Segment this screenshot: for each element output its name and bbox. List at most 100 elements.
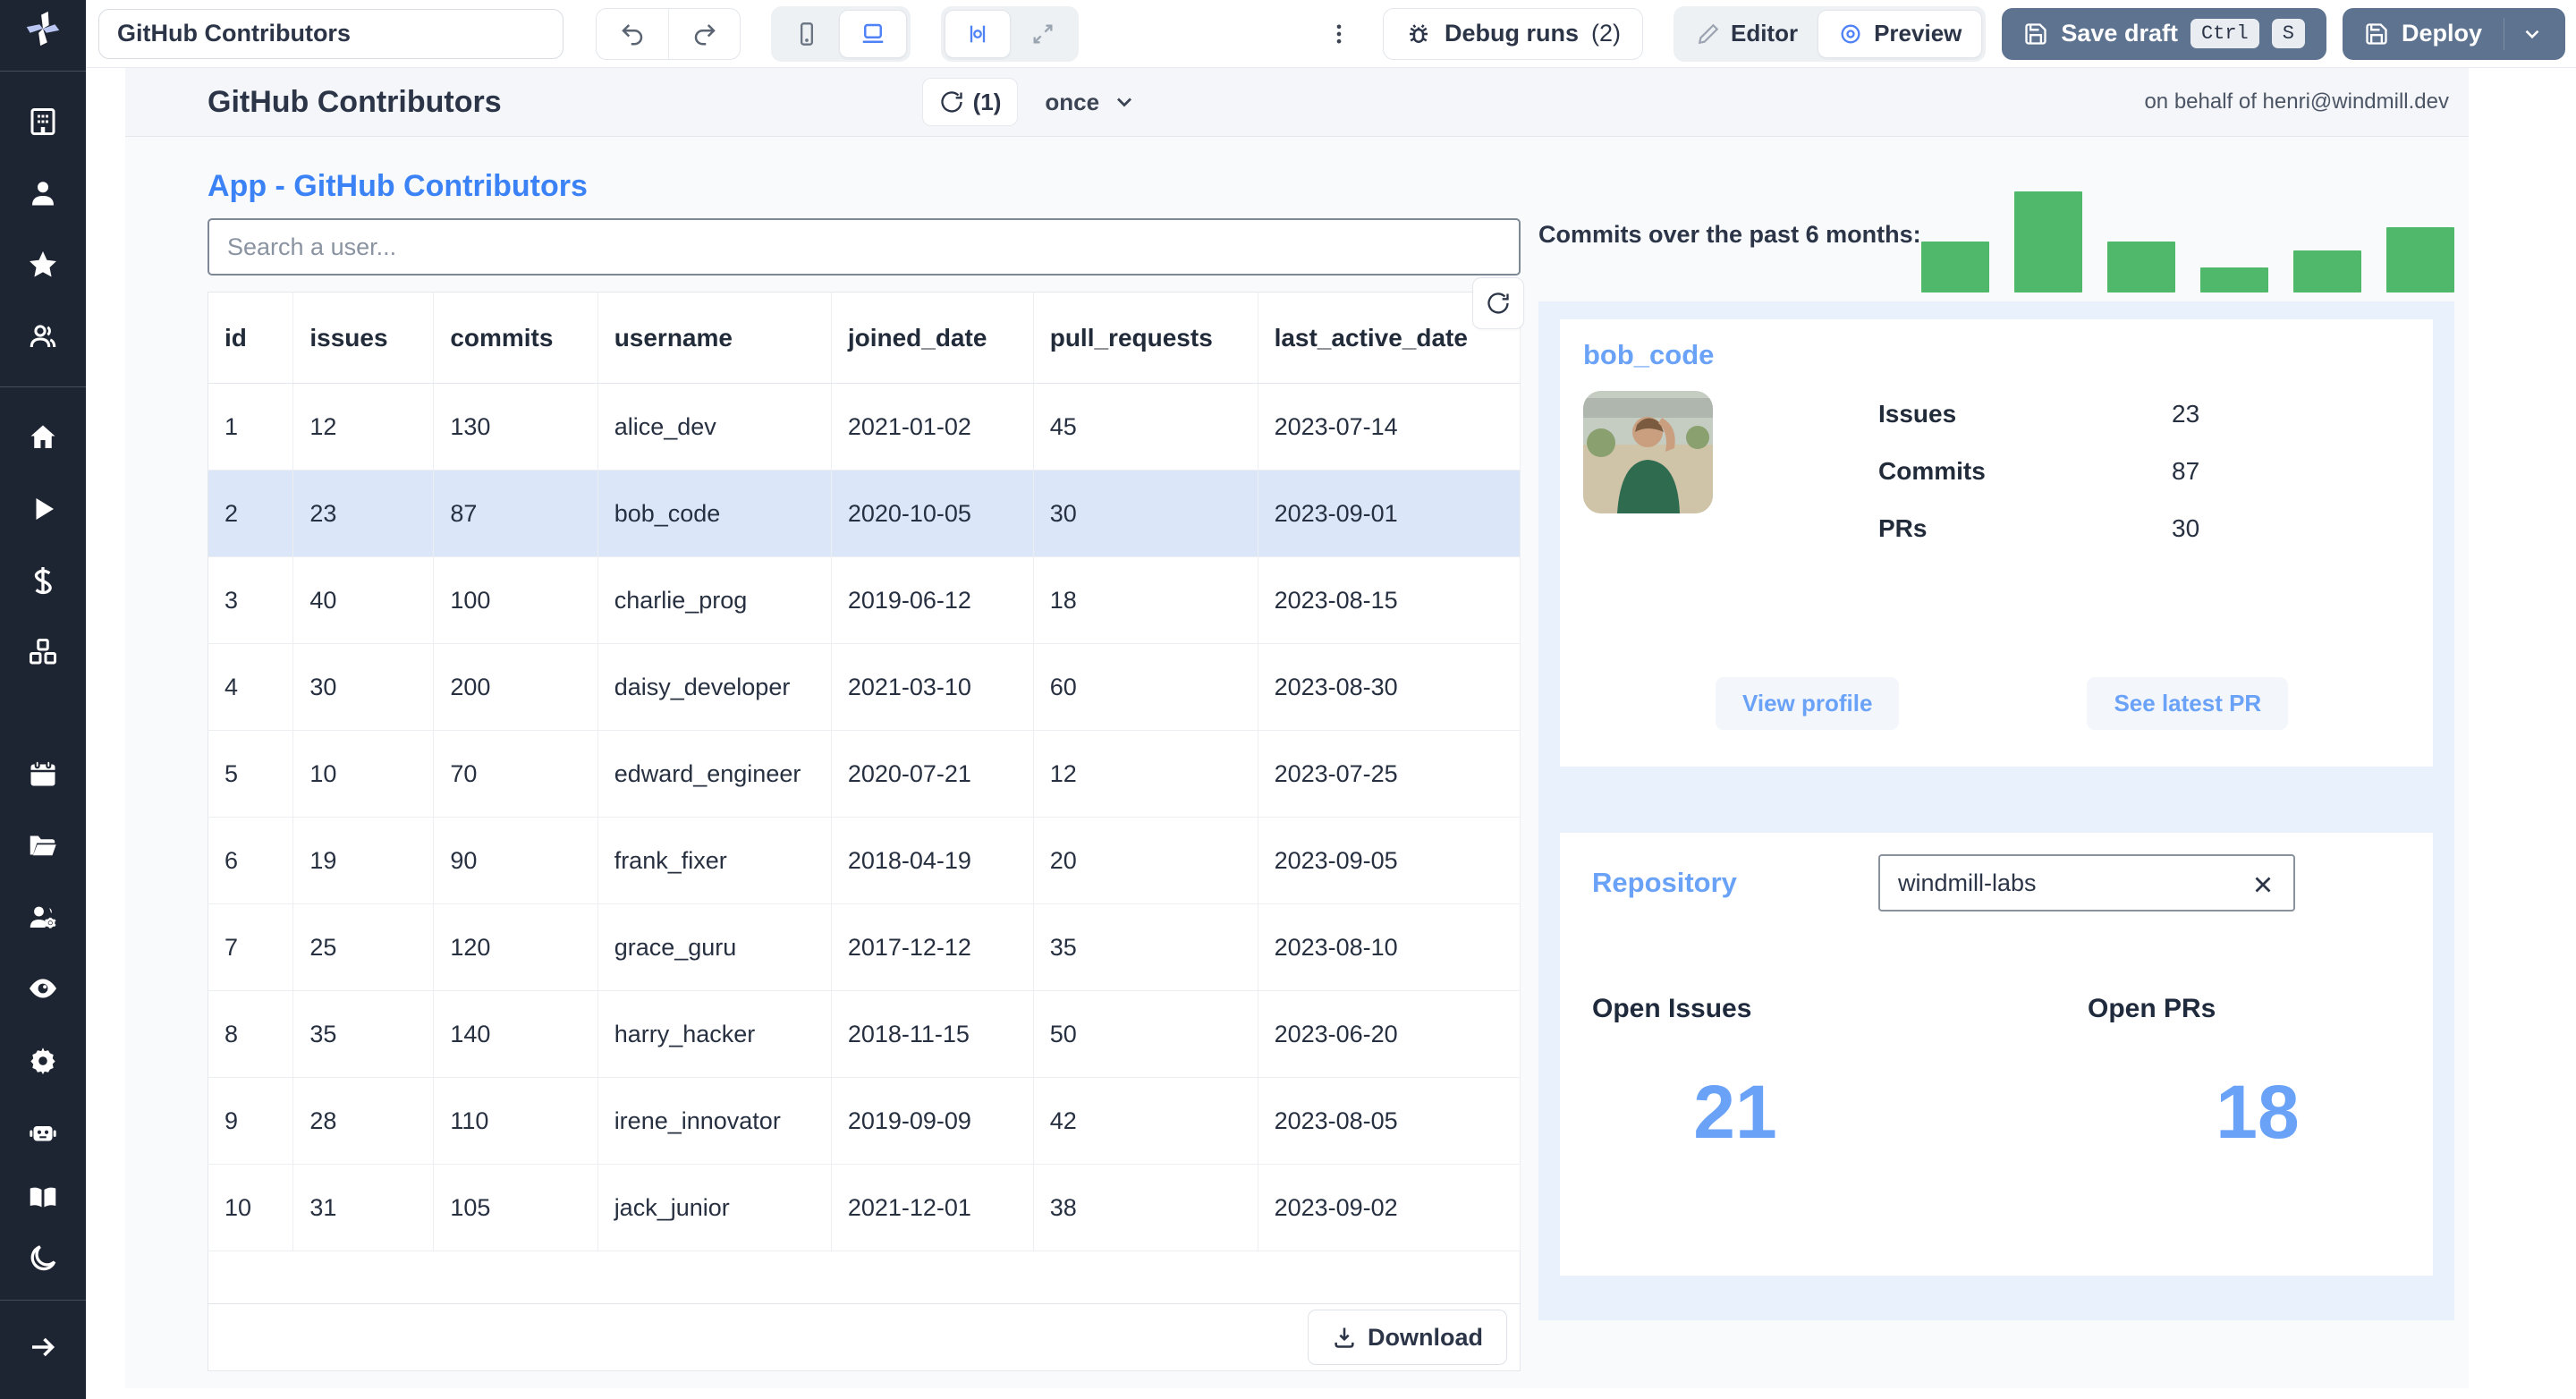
table-cell[interactable]: jack_junior <box>597 1164 832 1251</box>
table-cell[interactable]: harry_hacker <box>597 990 832 1078</box>
table-cell[interactable]: 100 <box>433 556 598 644</box>
redo-button[interactable] <box>668 8 740 59</box>
table-cell[interactable]: 23 <box>292 470 435 557</box>
table-cell[interactable]: 6 <box>208 817 294 904</box>
sidebar-item-arrow-right[interactable] <box>14 1318 72 1376</box>
sidebar-item-calendar[interactable] <box>14 745 72 802</box>
table-row[interactable]: 2 23 87 bob_code 2020-10-05 30 2023-09-01 <box>208 470 1521 557</box>
table-cell[interactable]: grace_guru <box>597 903 832 991</box>
editor-tab[interactable]: Editor <box>1677 10 1818 58</box>
sidebar-item-moon[interactable] <box>14 1230 72 1287</box>
table-cell[interactable]: 2019-09-09 <box>831 1077 1034 1165</box>
table-row[interactable]: 3 40 100 charlie_prog 2019-06-12 18 2023-08-15 <box>208 556 1521 644</box>
table-cell[interactable]: irene_innovator <box>597 1077 832 1165</box>
table-cell[interactable]: frank_fixer <box>597 817 832 904</box>
mobile-view-button[interactable] <box>775 10 839 58</box>
deploy-button[interactable]: Deploy <box>2342 7 2565 60</box>
table-cell[interactable]: 2019-06-12 <box>831 556 1034 644</box>
table-cell[interactable]: 1 <box>208 383 294 471</box>
table-cell[interactable]: 12 <box>1033 730 1258 818</box>
commit-bar[interactable] <box>2386 227 2454 293</box>
table-row[interactable]: 1 12 130 alice_dev 2021-01-02 45 2023-07-14 <box>208 383 1521 471</box>
table-cell[interactable]: 2021-12-01 <box>831 1164 1034 1251</box>
more-options-button[interactable] <box>1315 10 1363 58</box>
table-cell[interactable]: 30 <box>292 643 435 731</box>
table-cell[interactable]: 90 <box>433 817 598 904</box>
commit-bar[interactable] <box>2014 191 2082 293</box>
commit-bar[interactable] <box>1921 242 1989 293</box>
table-cell[interactable]: 2023-06-20 <box>1258 990 1521 1078</box>
table-cell[interactable]: daisy_developer <box>597 643 832 731</box>
center-align-button[interactable] <box>945 9 1011 58</box>
table-cell[interactable]: 130 <box>433 383 598 471</box>
table-row[interactable]: 4 30 200 daisy_developer 2021-03-10 60 2023-08… <box>208 643 1521 731</box>
preview-tab[interactable]: Preview <box>1818 9 1983 58</box>
table-cell[interactable]: 30 <box>1033 470 1258 557</box>
table-cell[interactable]: 2023-08-05 <box>1258 1077 1521 1165</box>
sidebar-item-dollar[interactable] <box>14 552 72 609</box>
table-cell[interactable]: 2018-04-19 <box>831 817 1034 904</box>
table-cell[interactable]: 110 <box>433 1077 598 1165</box>
sidebar-item-gear[interactable] <box>14 1031 72 1089</box>
table-cell[interactable]: 2023-09-02 <box>1258 1164 1521 1251</box>
repository-input[interactable] <box>1878 854 2295 911</box>
table-cell[interactable]: 4 <box>208 643 294 731</box>
sidebar-item-folder[interactable] <box>14 817 72 874</box>
view-profile-button[interactable]: View profile <box>1716 677 1900 730</box>
table-cell[interactable]: 19 <box>292 817 435 904</box>
table-cell[interactable]: 70 <box>433 730 598 818</box>
sidebar-item-bot[interactable] <box>14 1103 72 1160</box>
table-cell[interactable]: 2023-07-25 <box>1258 730 1521 818</box>
table-cell[interactable]: 10 <box>208 1164 294 1251</box>
schedule-select[interactable]: once <box>1045 89 1137 116</box>
table-cell[interactable]: 2021-03-10 <box>831 643 1034 731</box>
debug-runs-button[interactable]: Debug runs (2) <box>1382 7 1643 60</box>
app-name-input[interactable] <box>98 8 564 59</box>
table-cell[interactable]: alice_dev <box>597 383 832 471</box>
table-cell[interactable]: bob_code <box>597 470 832 557</box>
clear-repository-button[interactable] <box>2243 865 2283 904</box>
download-button[interactable]: Download <box>1308 1310 1507 1365</box>
table-refresh-button[interactable] <box>1472 277 1524 329</box>
table-cell[interactable]: 2023-08-30 <box>1258 643 1521 731</box>
table-cell[interactable]: 2023-09-01 <box>1258 470 1521 557</box>
table-cell[interactable]: 20 <box>1033 817 1258 904</box>
desktop-view-button[interactable] <box>839 9 907 58</box>
table-row[interactable]: 9 28 110 irene_innovator 2019-09-09 42 2023-08… <box>208 1077 1521 1165</box>
table-cell[interactable]: 2017-12-12 <box>831 903 1034 991</box>
commit-bar[interactable] <box>2107 242 2175 293</box>
table-cell[interactable]: 40 <box>292 556 435 644</box>
table-cell[interactable]: 200 <box>433 643 598 731</box>
see-latest-pr-button[interactable]: See latest PR <box>2087 677 2289 730</box>
table-cell[interactable]: 7 <box>208 903 294 991</box>
table-cell[interactable]: 87 <box>433 470 598 557</box>
sidebar-item-book[interactable] <box>14 1169 72 1226</box>
table-cell[interactable]: 50 <box>1033 990 1258 1078</box>
table-row[interactable]: 7 25 120 grace_guru 2017-12-12 35 2023-08-10 <box>208 903 1521 991</box>
table-cell[interactable]: 35 <box>292 990 435 1078</box>
table-cell[interactable]: 42 <box>1033 1077 1258 1165</box>
table-cell[interactable]: 2023-09-05 <box>1258 817 1521 904</box>
sidebar-item-eye[interactable] <box>14 960 72 1017</box>
table-cell[interactable]: 38 <box>1033 1164 1258 1251</box>
windmill-logo[interactable] <box>0 0 86 56</box>
table-cell[interactable]: 35 <box>1033 903 1258 991</box>
table-cell[interactable]: charlie_prog <box>597 556 832 644</box>
table-cell[interactable]: 12 <box>292 383 435 471</box>
table-row[interactable]: 8 35 140 harry_hacker 2018-11-15 50 2023-06-20 <box>208 990 1521 1078</box>
table-cell[interactable]: 10 <box>292 730 435 818</box>
table-cell[interactable]: 45 <box>1033 383 1258 471</box>
save-draft-button[interactable]: Save draft Ctrl S <box>2002 7 2326 60</box>
sidebar-item-star[interactable] <box>14 236 72 293</box>
commit-bar[interactable] <box>2200 267 2268 293</box>
commit-bar[interactable] <box>2293 250 2361 293</box>
sidebar-item-user-cog[interactable] <box>14 888 72 945</box>
sidebar-item-play[interactable] <box>14 480 72 538</box>
table-row[interactable]: 6 19 90 frank_fixer 2018-04-19 20 2023-09-05 <box>208 817 1521 904</box>
sidebar-item-user[interactable] <box>14 165 72 222</box>
sidebar-item-building[interactable] <box>14 93 72 150</box>
table-cell[interactable]: edward_engineer <box>597 730 832 818</box>
table-cell[interactable]: 2020-07-21 <box>831 730 1034 818</box>
table-cell[interactable]: 140 <box>433 990 598 1078</box>
table-cell[interactable]: 25 <box>292 903 435 991</box>
